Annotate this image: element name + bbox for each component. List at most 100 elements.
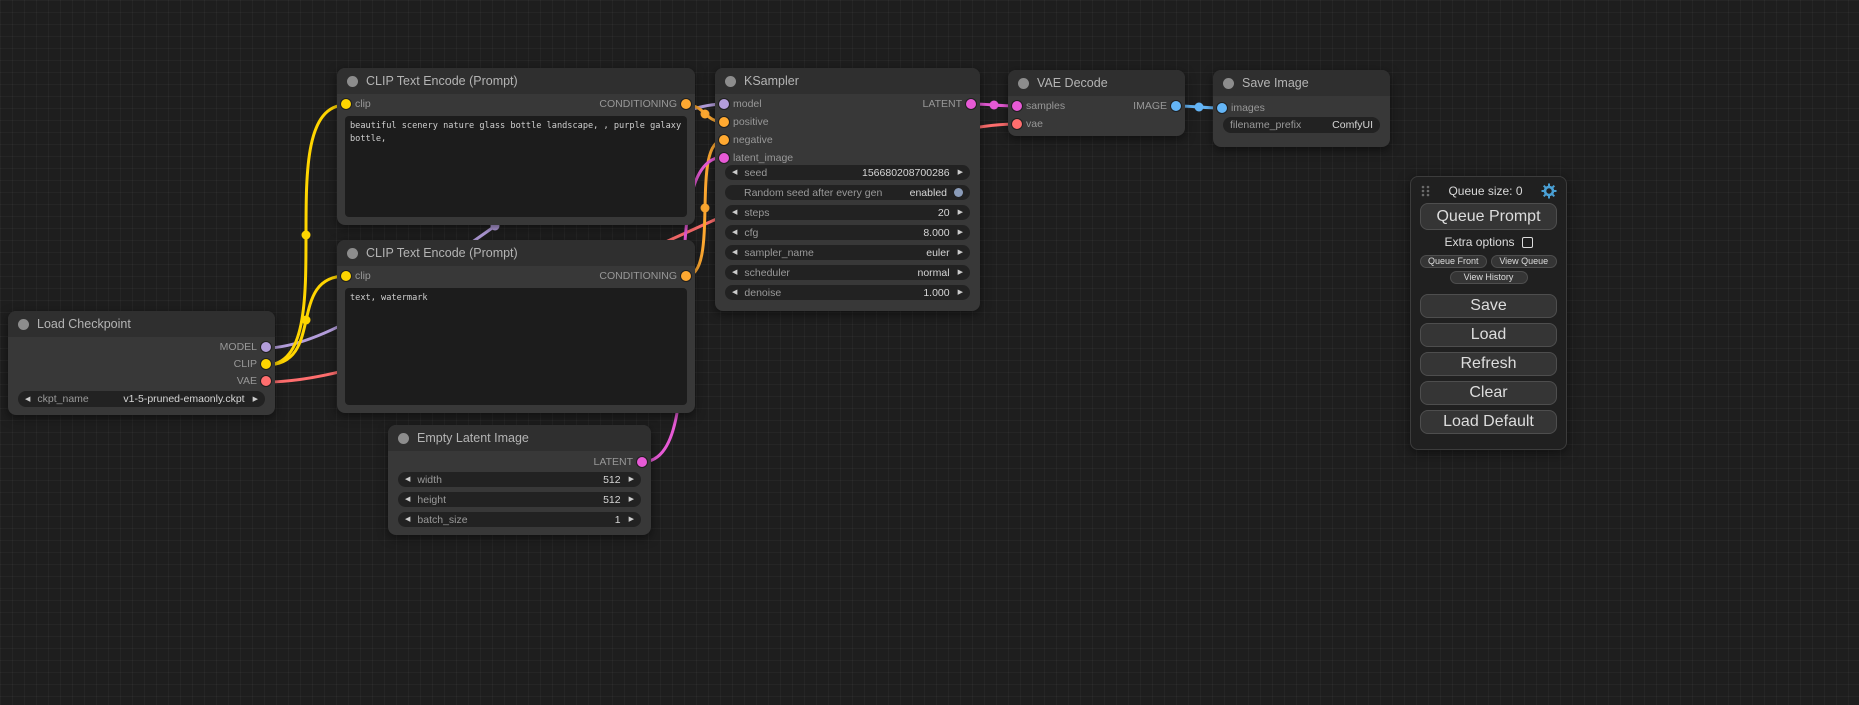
output-slot-conditioning[interactable] <box>681 99 691 109</box>
input-label-positive: positive <box>733 116 769 128</box>
input-slot-samples[interactable] <box>1012 101 1022 111</box>
refresh-button[interactable]: Refresh <box>1420 352 1557 376</box>
output-slot-latent[interactable] <box>637 457 647 467</box>
toggle-on-icon[interactable] <box>954 188 963 197</box>
node-load-checkpoint[interactable]: Load Checkpoint MODEL CLIP VAE ◀ ckpt_na… <box>8 311 275 415</box>
decrement-arrow-icon[interactable]: ◀ <box>25 396 30 403</box>
increment-arrow-icon[interactable]: ▶ <box>958 249 963 256</box>
load-default-button[interactable]: Load Default <box>1420 410 1557 434</box>
collapse-dot-icon[interactable] <box>18 319 29 330</box>
increment-arrow-icon[interactable]: ▶ <box>629 476 634 483</box>
extra-options-checkbox[interactable] <box>1522 237 1533 248</box>
input-slot-negative[interactable] <box>719 135 729 145</box>
increment-arrow-icon[interactable]: ▶ <box>958 209 963 216</box>
settings-gear-icon[interactable] <box>1541 183 1557 199</box>
graph-canvas[interactable]: Load Checkpoint MODEL CLIP VAE ◀ ckpt_na… <box>0 0 1859 705</box>
decrement-arrow-icon[interactable]: ◀ <box>732 249 737 256</box>
view-history-button[interactable]: View History <box>1450 271 1528 284</box>
widget-height[interactable]: ◀ height 512 ▶ <box>398 492 641 507</box>
node-title-bar[interactable]: Save Image <box>1213 70 1390 96</box>
collapse-dot-icon[interactable] <box>398 433 409 444</box>
increment-arrow-icon[interactable]: ▶ <box>629 496 634 503</box>
link-dot-conditioning-negative[interactable] <box>701 204 710 213</box>
load-button[interactable]: Load <box>1420 323 1557 347</box>
node-save-image[interactable]: Save Image images filename_prefix ComfyU… <box>1213 70 1390 147</box>
widget-sampler-name[interactable]: ◀ sampler_name euler ▶ <box>725 245 970 260</box>
node-title-bar[interactable]: CLIP Text Encode (Prompt) <box>337 68 695 94</box>
clear-button[interactable]: Clear <box>1420 381 1557 405</box>
node-clip-text-encode-positive[interactable]: CLIP Text Encode (Prompt) clip CONDITION… <box>337 68 695 225</box>
save-button[interactable]: Save <box>1420 294 1557 318</box>
decrement-arrow-icon[interactable]: ◀ <box>405 516 410 523</box>
input-label-negative: negative <box>733 134 773 146</box>
widget-random-seed-toggle[interactable]: Random seed after every gen enabled <box>725 185 970 200</box>
link-dot-image[interactable] <box>1195 103 1204 112</box>
input-label-vae: vae <box>1026 118 1043 130</box>
increment-arrow-icon[interactable]: ▶ <box>958 169 963 176</box>
input-slot-latent-image[interactable] <box>719 153 729 163</box>
link-dot-latent-to-vae-decode[interactable] <box>990 101 999 110</box>
widget-denoise[interactable]: ◀ denoise 1.000 ▶ <box>725 285 970 300</box>
widget-label: ckpt_name <box>37 393 88 405</box>
increment-arrow-icon[interactable]: ▶ <box>629 516 634 523</box>
input-slot-images[interactable] <box>1217 103 1227 113</box>
increment-arrow-icon[interactable]: ▶ <box>958 269 963 276</box>
input-slot-clip[interactable] <box>341 271 351 281</box>
link-dot-clip-negative[interactable] <box>302 316 311 325</box>
node-title-bar[interactable]: Load Checkpoint <box>8 311 275 337</box>
node-title-bar[interactable]: CLIP Text Encode (Prompt) <box>337 240 695 266</box>
increment-arrow-icon[interactable]: ▶ <box>958 229 963 236</box>
decrement-arrow-icon[interactable]: ◀ <box>732 229 737 236</box>
queue-prompt-button[interactable]: Queue Prompt <box>1420 203 1557 230</box>
link-dot-conditioning-positive[interactable] <box>701 110 710 119</box>
input-slot-positive[interactable] <box>719 117 729 127</box>
collapse-dot-icon[interactable] <box>347 248 358 259</box>
decrement-arrow-icon[interactable]: ◀ <box>405 476 410 483</box>
widget-cfg[interactable]: ◀ cfg 8.000 ▶ <box>725 225 970 240</box>
output-slot-conditioning[interactable] <box>681 271 691 281</box>
queue-front-button[interactable]: Queue Front <box>1420 255 1487 268</box>
widget-width[interactable]: ◀ width 512 ▶ <box>398 472 641 487</box>
input-slot-clip[interactable] <box>341 99 351 109</box>
node-title-bar[interactable]: Empty Latent Image <box>388 425 651 451</box>
widget-batch-size[interactable]: ◀ batch_size 1 ▶ <box>398 512 641 527</box>
output-slot-clip[interactable] <box>261 359 271 369</box>
node-empty-latent-image[interactable]: Empty Latent Image LATENT ◀ width 512 ▶ … <box>388 425 651 535</box>
link-dot-clip-positive[interactable] <box>302 231 311 240</box>
collapse-dot-icon[interactable] <box>347 76 358 87</box>
widget-steps[interactable]: ◀ steps 20 ▶ <box>725 205 970 220</box>
output-slot-latent[interactable] <box>966 99 976 109</box>
view-queue-button[interactable]: View Queue <box>1491 255 1558 268</box>
output-slot-model[interactable] <box>261 342 271 352</box>
widget-seed[interactable]: ◀ seed 156680208700286 ▶ <box>725 165 970 180</box>
increment-arrow-icon[interactable]: ▶ <box>958 289 963 296</box>
decrement-arrow-icon[interactable]: ◀ <box>732 169 737 176</box>
collapse-dot-icon[interactable] <box>725 76 736 87</box>
output-label-vae: VAE <box>237 375 257 387</box>
decrement-arrow-icon[interactable]: ◀ <box>405 496 410 503</box>
node-vae-decode[interactable]: VAE Decode samples IMAGE vae <box>1008 70 1185 136</box>
widget-value: ComfyUI <box>1332 119 1373 131</box>
widget-label: cfg <box>744 227 758 239</box>
output-slot-image[interactable] <box>1171 101 1181 111</box>
node-title-bar[interactable]: KSampler <box>715 68 980 94</box>
collapse-dot-icon[interactable] <box>1223 78 1234 89</box>
increment-arrow-icon[interactable]: ▶ <box>253 396 258 403</box>
widget-scheduler[interactable]: ◀ scheduler normal ▶ <box>725 265 970 280</box>
positive-prompt-textarea[interactable]: beautiful scenery nature glass bottle la… <box>345 116 687 217</box>
drag-handle-icon[interactable] <box>1420 184 1430 198</box>
decrement-arrow-icon[interactable]: ◀ <box>732 289 737 296</box>
node-title-bar[interactable]: VAE Decode <box>1008 70 1185 96</box>
node-ksampler[interactable]: KSampler model LATENT positive negative … <box>715 68 980 311</box>
widget-filename-prefix[interactable]: filename_prefix ComfyUI <box>1223 117 1380 133</box>
node-clip-text-encode-negative[interactable]: CLIP Text Encode (Prompt) clip CONDITION… <box>337 240 695 413</box>
input-slot-vae[interactable] <box>1012 119 1022 129</box>
negative-prompt-textarea[interactable]: text, watermark <box>345 288 687 405</box>
decrement-arrow-icon[interactable]: ◀ <box>732 209 737 216</box>
output-slot-vae[interactable] <box>261 376 271 386</box>
widget-ckpt-name[interactable]: ◀ ckpt_name v1-5-pruned-emaonly.ckpt ▶ <box>18 391 265 407</box>
collapse-dot-icon[interactable] <box>1018 78 1029 89</box>
widget-label: denoise <box>744 287 781 299</box>
decrement-arrow-icon[interactable]: ◀ <box>732 269 737 276</box>
input-slot-model[interactable] <box>719 99 729 109</box>
